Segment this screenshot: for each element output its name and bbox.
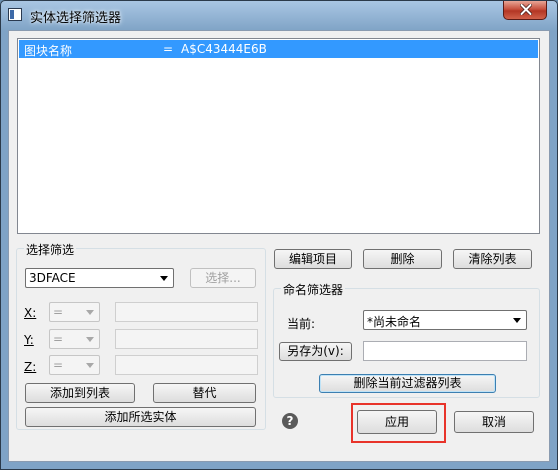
chevron-down-icon <box>86 363 94 368</box>
y-operator-select[interactable]: = <box>49 329 100 349</box>
select-filter-label: 选择筛选 <box>24 241 77 258</box>
replace-button[interactable]: 替代 <box>153 383 256 403</box>
current-label: 当前: <box>287 317 316 331</box>
delete-button[interactable]: 删除 <box>363 249 442 269</box>
x-label: X: <box>24 306 37 320</box>
x-value-field[interactable] <box>115 302 258 322</box>
help-icon[interactable]: ? <box>282 413 298 429</box>
select-button[interactable]: 选择... <box>190 268 256 288</box>
entity-type-select[interactable]: 3DFACE <box>25 268 174 288</box>
cancel-button[interactable]: 取消 <box>454 411 534 433</box>
x-operator-select[interactable]: = <box>49 302 100 322</box>
edit-item-button[interactable]: 编辑项目 <box>274 249 352 269</box>
z-value-field[interactable] <box>115 355 258 375</box>
current-filter-select[interactable]: *尚未命名 <box>363 310 527 330</box>
chevron-down-icon <box>86 310 94 315</box>
filter-list[interactable]: 图块名称 = A$C43444E6B <box>17 38 540 234</box>
add-to-list-button[interactable]: 添加到列表 <box>25 383 135 403</box>
z-label: Z: <box>24 360 37 374</box>
save-as-name-field[interactable] <box>363 341 527 361</box>
chevron-down-icon <box>513 318 521 323</box>
dialog-body: 图块名称 = A$C43444E6B 选择筛选 3DFACE 选择... X: … <box>8 30 550 462</box>
y-label: Y: <box>24 333 34 347</box>
filter-value: A$C43444E6B <box>181 42 267 56</box>
chevron-down-icon <box>86 337 94 342</box>
save-as-button[interactable]: 另存为(v): <box>279 342 352 361</box>
delete-current-filter-button[interactable]: 删除当前过滤器列表 <box>319 374 496 393</box>
chevron-down-icon <box>160 276 168 281</box>
add-selected-button[interactable]: 添加所选实体 <box>25 407 256 427</box>
filter-property: 图块名称 <box>24 44 73 58</box>
z-operator-select[interactable]: = <box>49 355 100 375</box>
dialog-window: 实体选择筛选器 图块名称 = A$C43444E6B 选择筛选 3DFACE 选… <box>0 0 558 470</box>
close-icon <box>520 4 532 15</box>
close-button[interactable] <box>503 1 547 20</box>
filter-operator: = <box>163 42 174 56</box>
window-icon <box>8 8 22 21</box>
list-item[interactable]: 图块名称 = A$C43444E6B <box>19 40 538 58</box>
title-bar[interactable]: 实体选择筛选器 <box>1 1 557 29</box>
window-title: 实体选择筛选器 <box>30 11 122 26</box>
apply-button[interactable]: 应用 <box>357 410 437 434</box>
clear-list-button[interactable]: 清除列表 <box>453 249 532 269</box>
named-filters-label: 命名筛选器 <box>281 281 346 298</box>
y-value-field[interactable] <box>115 329 258 349</box>
